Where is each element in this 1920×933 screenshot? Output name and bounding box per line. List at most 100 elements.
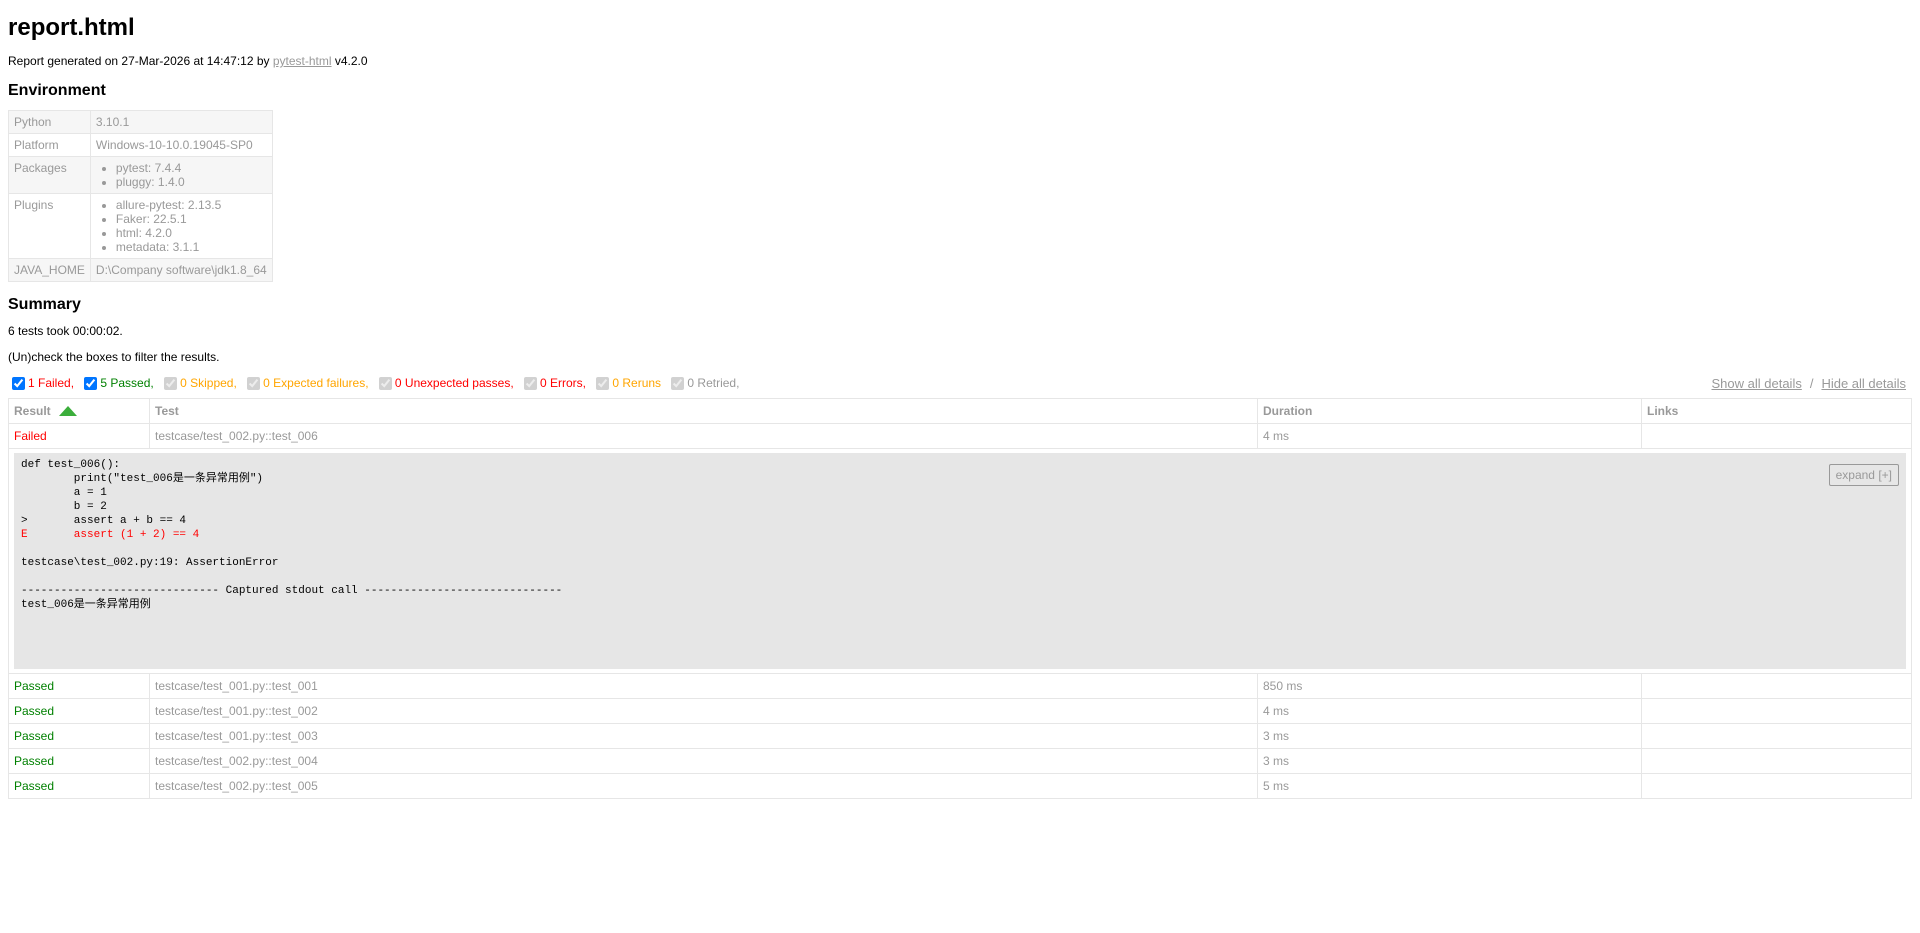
links-cell [1641,748,1912,774]
filter-reruns-checkbox [596,376,610,390]
filter-xfailed: 0 Expected failures, [243,376,369,390]
summary-heading: Summary [8,296,81,313]
filter-label: 0 Errors, [540,376,587,390]
links-cell [1641,423,1912,449]
duration-cell: 5 ms [1257,773,1642,799]
pytest-html-link[interactable]: pytest-html [273,54,332,68]
env-row-java-home: JAVA_HOME D:\Company software\jdk1.8_64 [8,258,273,282]
log-captured-header: ------------------------------ Captured … [21,585,563,597]
list-item: Faker: 22.5.1 [116,212,267,226]
environment-table: Python 3.10.1 Platform Windows-10-10.0.1… [8,110,273,282]
test-cell: testcase/test_002.py::test_006 [149,423,1258,449]
duration-column-header[interactable]: Duration [1257,398,1642,424]
expand-button[interactable]: expand [+] [1828,464,1899,486]
env-row-python: Python 3.10.1 [8,110,273,134]
duration-cell: 3 ms [1257,748,1642,774]
result-cell: Passed [8,773,150,799]
test-column-header[interactable]: Test [149,398,1258,424]
log-line: def test_006(): [21,459,121,471]
log-blank-line [21,570,1899,584]
table-row[interactable]: Passed testcase/test_001.py::test_001 85… [8,673,1912,699]
filter-errors-checkbox [524,376,537,390]
env-value: D:\Company software\jdk1.8_64 [89,258,273,282]
links-cell [1641,773,1912,799]
filter-retried-checkbox [671,376,685,390]
details-toggle: Show all details / Hide all details [1712,376,1907,391]
filter-skipped: 0 Skipped, [160,376,237,390]
filter-xpassed-checkbox [378,376,392,390]
table-row[interactable]: Failed testcase/test_002.py::test_006 4 … [8,423,1912,449]
plugins-list: allure-pytest: 2.13.5 Faker: 22.5.1 html… [96,198,267,254]
links-cell [1641,723,1912,749]
generated-suffix: v4.2.0 [331,54,368,68]
filter-skipped-checkbox [164,376,178,390]
filter-passed[interactable]: 5 Passed, [80,376,154,390]
hide-all-details-link[interactable]: Hide all details [1821,376,1906,391]
log-cell: def test_006(): print("test_006是一条异常用例")… [8,448,1912,674]
filter-failed-checkbox[interactable] [12,376,25,390]
log-line: b = 2 [21,501,107,513]
filter-label: 0 Reruns [612,376,662,390]
filter-xpassed: 0 Unexpected passes, [375,376,514,390]
result-cell: Passed [8,698,150,724]
results-table: Result Test Duration Links Failed testca… [8,398,1912,799]
report-page: report.html Report generated on 27-Mar-2… [0,14,1920,799]
env-value: allure-pytest: 2.13.5 Faker: 22.5.1 html… [89,193,273,259]
env-key: Packages [8,156,91,194]
log-output: def test_006(): print("test_006是一条异常用例")… [15,454,1905,616]
packages-list: pytest: 7.4.4 pluggy: 1.4.0 [96,161,267,189]
log-stdout-line: test_006是一条异常用例 [21,599,151,611]
show-all-details-link[interactable]: Show all details [1712,376,1802,391]
table-row[interactable]: Passed testcase/test_002.py::test_005 5 … [8,773,1912,799]
filter-label: 0 Expected failures, [263,376,369,390]
env-row-platform: Platform Windows-10-10.0.19045-SP0 [8,133,273,157]
list-item: metadata: 3.1.1 [116,240,267,254]
duration-cell: 4 ms [1257,423,1642,449]
filter-label: 5 Passed, [100,376,154,390]
page-title: report.html [8,14,135,41]
result-column-header[interactable]: Result [8,398,150,424]
filter-errors: 0 Errors, [520,376,586,390]
generated-prefix: Report generated on 27-Mar-2026 at 14:47… [8,54,273,68]
duration-cell: 4 ms [1257,698,1642,724]
filter-failed[interactable]: 1 Failed, [8,376,74,390]
list-item: allure-pytest: 2.13.5 [116,198,267,212]
result-cell: Passed [8,748,150,774]
log-blank-line [21,542,1899,556]
log-location-line: testcase\test_002.py:19: AssertionError [21,557,279,569]
duration-cell: 3 ms [1257,723,1642,749]
links-cell [1641,698,1912,724]
summary-duration: 6 tests took 00:00:02. [8,324,123,338]
env-value: pytest: 7.4.4 pluggy: 1.4.0 [89,156,273,194]
table-row[interactable]: Passed testcase/test_001.py::test_002 4 … [8,698,1912,724]
table-row[interactable]: Passed testcase/test_002.py::test_004 3 … [8,748,1912,774]
filter-bar: 1 Failed, 5 Passed, 0 Skipped, 0 Expecte… [8,376,1912,392]
env-key: Platform [8,133,91,157]
env-row-packages: Packages pytest: 7.4.4 pluggy: 1.4.0 [8,156,273,194]
test-cell: testcase/test_002.py::test_005 [149,773,1258,799]
sort-ascending-icon [58,406,77,416]
environment-heading: Environment [8,82,106,99]
links-cell [1641,673,1912,699]
log-line: > assert a + b == 4 [21,515,187,527]
env-value: 3.10.1 [89,110,273,134]
filter-reruns: 0 Reruns [592,376,661,390]
generated-info: Report generated on 27-Mar-2026 at 14:47… [8,54,1912,68]
log-line: print("test_006是一条异常用例") [21,473,264,485]
table-row[interactable]: Passed testcase/test_001.py::test_003 3 … [8,723,1912,749]
duration-cell: 850 ms [1257,673,1642,699]
filter-label: 0 Skipped, [180,376,237,390]
list-item: pytest: 7.4.4 [116,161,267,175]
filter-passed-checkbox[interactable] [84,376,98,390]
test-cell: testcase/test_001.py::test_003 [149,723,1258,749]
links-column-header: Links [1641,398,1912,424]
log-container[interactable]: def test_006(): print("test_006是一条异常用例")… [14,453,1906,669]
test-cell: testcase/test_001.py::test_002 [149,698,1258,724]
log-error-line: E assert (1 + 2) == 4 [21,529,200,541]
log-row: def test_006(): print("test_006是一条异常用例")… [8,448,1912,674]
filter-label: 0 Retried, [687,376,740,390]
test-cell: testcase/test_001.py::test_001 [149,673,1258,699]
list-item: pluggy: 1.4.0 [116,175,267,189]
log-line: a = 1 [21,487,107,499]
result-cell: Passed [8,723,150,749]
